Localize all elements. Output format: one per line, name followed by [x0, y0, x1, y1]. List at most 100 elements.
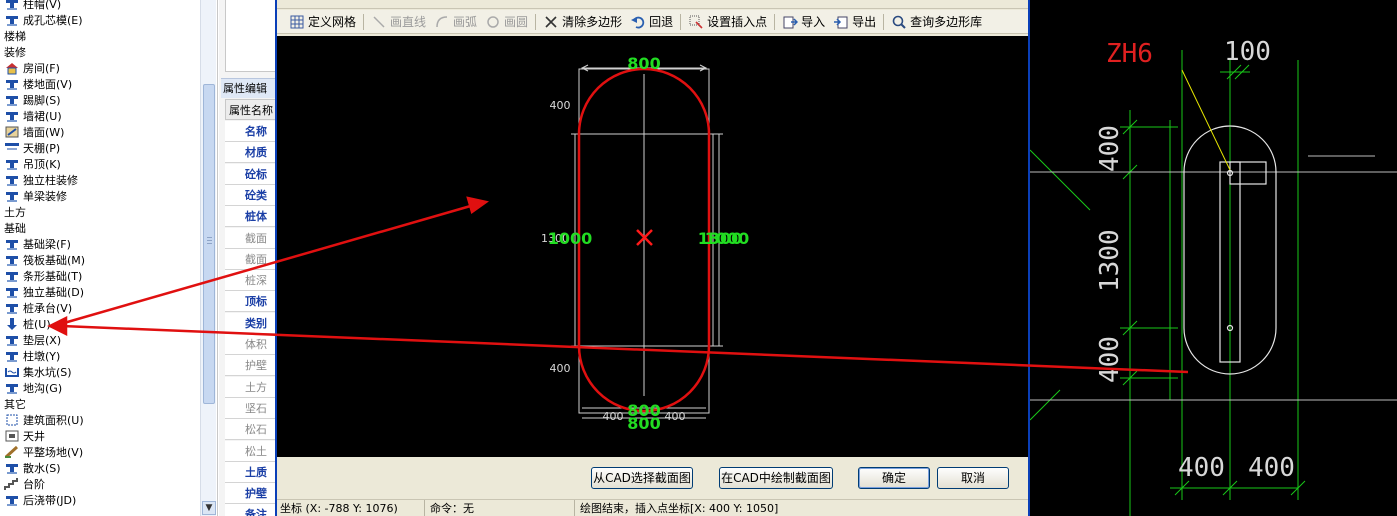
toolbar-button[interactable]: 画弧 — [430, 12, 481, 32]
status-bar: 坐标 (X: -788 Y: 1076) 命令：无 绘图结束，插入点坐标[X: … — [277, 499, 1028, 516]
tree-item-label: 天井 — [23, 430, 45, 443]
grid-icon — [289, 14, 305, 30]
property-row[interactable]: 材质 — [225, 142, 277, 164]
tree-item[interactable]: 建筑面积(U) — [4, 413, 84, 429]
toolbar-separator — [535, 13, 537, 30]
tree-item[interactable]: 独立基础(D) — [4, 285, 84, 301]
property-row[interactable]: 名称 — [225, 121, 277, 142]
property-row[interactable]: 砼类 — [225, 184, 277, 206]
toolbar-button[interactable]: 查询多边形库 — [887, 12, 986, 32]
patio-icon — [4, 429, 20, 443]
ok-button[interactable]: 确定 — [858, 467, 930, 489]
tree-item[interactable]: 地沟(G) — [4, 381, 62, 397]
tree-scrollbar[interactable]: ▼ — [200, 0, 216, 516]
tree-item[interactable]: 吊顶(K) — [4, 157, 61, 173]
tree-item[interactable]: 条形基础(T) — [4, 269, 82, 285]
property-row[interactable]: 砼标 — [225, 163, 277, 185]
property-row[interactable]: 土质 — [225, 461, 277, 483]
property-row[interactable]: 体积 — [225, 334, 277, 355]
toolbar-button[interactable]: 清除多边形 — [539, 12, 626, 32]
toolbar-button[interactable]: 导入 — [778, 12, 829, 32]
status-coordinates: 坐标 (X: -788 Y: 1076) — [277, 500, 425, 516]
property-panel: 属性编辑 属性名称 名称 材质 砼标 砼类 桩体 截面 截面 桩深 顶标 类别 体积 护壁 土方 坚石 松石… — [219, 0, 277, 516]
property-row[interactable]: 截面 — [225, 227, 277, 249]
property-row[interactable]: 截面 — [225, 248, 277, 270]
tree-item[interactable]: 后浇带(JD) — [4, 493, 76, 509]
tree-item[interactable]: 房间(F) — [4, 61, 60, 77]
tree-category[interactable]: 装修 — [4, 45, 26, 61]
property-row[interactable]: 土方 — [225, 376, 277, 398]
wall-surface-icon — [4, 125, 20, 139]
property-preview-area — [225, 0, 277, 72]
property-row[interactable]: 松土 — [225, 440, 277, 462]
toolbar-button[interactable]: 导出 — [829, 12, 880, 32]
pier-icon — [4, 349, 20, 363]
tree-category[interactable]: 其它 — [4, 397, 26, 413]
wall-skirt-icon — [4, 109, 20, 123]
tree-item[interactable]: 桩承台(V) — [4, 301, 72, 317]
tree-category[interactable]: 楼梯 — [4, 29, 26, 45]
dim-left-mid-text: 1000 — [548, 229, 593, 248]
tree-item[interactable]: 平整场地(V) — [4, 445, 83, 461]
tree-item-label: 台阶 — [23, 478, 45, 491]
toolbar-button[interactable]: 画直线 — [367, 12, 430, 32]
tree-category[interactable]: 土方 — [4, 205, 26, 221]
toolbar-button[interactable]: 画圆 — [481, 12, 532, 32]
dim-left-bottom-text: 400 — [550, 362, 571, 375]
property-row[interactable]: 坚石 — [225, 397, 277, 419]
toolbar-button-label: 画直线 — [390, 15, 427, 29]
dim-top-text: 800 — [627, 54, 660, 73]
tree-category[interactable]: 基础 — [4, 221, 26, 237]
tree-scrollbar-thumb[interactable] — [203, 84, 215, 404]
tree-item[interactable]: 单梁装修 — [4, 189, 67, 205]
tree-item[interactable]: 柱墩(Y) — [4, 349, 60, 365]
property-panel-title: 属性编辑 — [221, 78, 277, 98]
tree-item[interactable]: 台阶 — [4, 477, 45, 493]
tree-item[interactable]: 天井 — [4, 429, 45, 445]
column-cap-icon — [4, 0, 20, 11]
tree-item[interactable]: 集水坑(S) — [4, 365, 72, 381]
toolbar-button[interactable]: 设置插入点 — [684, 12, 771, 32]
tree-item-label: 筏板基础(M) — [23, 254, 86, 267]
property-row[interactable]: 桩体 — [225, 206, 277, 228]
cancel-button[interactable]: 取消 — [937, 467, 1009, 489]
dialog-button-bar: 从CAD选择截面图 在CAD中绘制截面图 确定 取消 — [277, 458, 1028, 498]
select-from-cad-button[interactable]: 从CAD选择截面图 — [591, 467, 693, 489]
property-row[interactable]: 顶标 — [225, 291, 277, 313]
toolbar-separator — [680, 13, 682, 30]
tree-item[interactable]: 天棚(P) — [4, 141, 60, 157]
tree-item[interactable]: 垫层(X) — [4, 333, 61, 349]
draw-in-cad-button[interactable]: 在CAD中绘制截面图 — [719, 467, 833, 489]
toolbar-button[interactable]: 定义网格 — [285, 12, 360, 32]
tree-item[interactable]: 散水(S) — [4, 461, 61, 477]
toolbar-button-label: 定义网格 — [308, 15, 357, 29]
tree-item-label: 独立柱装修 — [23, 174, 78, 187]
status-command: 命令：无 — [427, 500, 575, 516]
tree-item[interactable]: 筏板基础(M) — [4, 253, 85, 269]
toolbar-button-label: 导出 — [852, 15, 877, 29]
tree-item-label: 房间(F) — [23, 62, 60, 75]
property-row[interactable]: 护壁 — [225, 355, 277, 377]
tree-item[interactable]: 踢脚(S) — [4, 93, 61, 109]
tree-item[interactable]: 柱帽(V) — [4, 0, 61, 13]
scroll-down-button[interactable]: ▼ — [202, 501, 216, 515]
tree-item-label: 楼梯 — [4, 30, 26, 43]
tree-item[interactable]: 独立柱装修 — [4, 173, 78, 189]
tree-item-label: 散水(S) — [23, 462, 61, 475]
tree-item[interactable]: 基础梁(F) — [4, 237, 71, 253]
building-area-icon — [4, 413, 20, 427]
toolbar-button[interactable]: 回退 — [626, 12, 677, 32]
tree-item[interactable]: 桩(U) — [4, 317, 51, 333]
tree-item[interactable]: 墙面(W) — [4, 125, 64, 141]
property-row[interactable]: 类别 — [225, 312, 277, 334]
drawing-canvas[interactable]: 800 800 800 400 400 400 400 1300 1000 13… — [277, 36, 1028, 457]
property-row[interactable]: 护壁 — [225, 483, 277, 505]
property-row[interactable]: 桩深 — [225, 270, 277, 292]
tree-item[interactable]: 成孔芯模(E) — [4, 13, 83, 29]
toolbar-button-label: 导入 — [801, 15, 826, 29]
tree-item[interactable]: 楼地面(V) — [4, 77, 72, 93]
property-row[interactable]: 备注 — [225, 504, 277, 516]
tree-item[interactable]: 墙裙(U) — [4, 109, 62, 125]
undo-icon — [630, 14, 646, 30]
property-row[interactable]: 松石 — [225, 419, 277, 441]
